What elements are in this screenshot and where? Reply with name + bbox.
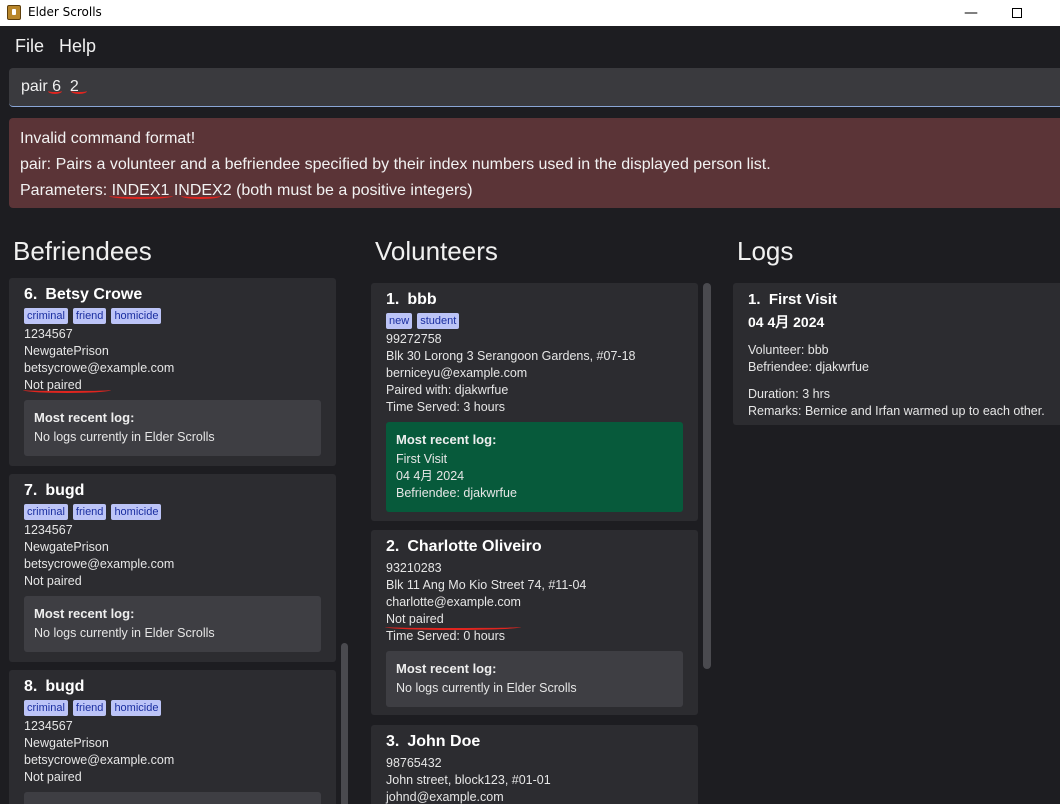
address: John street, block123, #01-01 <box>386 773 551 787</box>
email: berniceyu@example.com <box>386 366 528 380</box>
phone: 99272758 <box>386 332 442 346</box>
annotation-underline <box>23 387 111 393</box>
annotation-underline <box>109 193 173 199</box>
card-name: 7. bugd <box>24 482 85 499</box>
recent-log: Most recent log: No logs currently in El… <box>24 400 321 456</box>
email: betsycrowe@example.com <box>24 361 175 375</box>
annotation-underline <box>181 193 221 199</box>
app-icon <box>7 5 21 20</box>
email: betsycrowe@example.com <box>24 753 175 767</box>
address: NewgatePrison <box>24 344 109 358</box>
pair-status: Not paired <box>24 770 82 784</box>
log-date: 04 4月 2024 <box>748 314 825 330</box>
volunteers-title: Volunteers <box>375 236 498 266</box>
result-line: Parameters: INDEX1 INDEX2 (both must be … <box>20 182 473 199</box>
menu-bar: File Help <box>0 28 1060 64</box>
befriendee-card[interactable]: 6. Betsy Crowe criminal friend homicide 1… <box>9 278 336 466</box>
title-bar: Elder Scrolls — <box>0 0 1060 26</box>
recent-log: Most recent log: No logs currently in El… <box>24 596 321 652</box>
phone: 1234567 <box>24 523 73 537</box>
card-name: 6. Betsy Crowe <box>24 286 143 303</box>
email: charlotte@example.com <box>386 595 521 609</box>
minimize-icon[interactable]: — <box>948 0 994 26</box>
tag: criminal <box>24 700 68 716</box>
tag-list: criminal friend homicide <box>24 504 321 520</box>
recent-log: Most recent log: First Visit 04 4月 2024 … <box>386 422 683 512</box>
volunteers-scrollbar[interactable] <box>703 283 711 669</box>
annotation-underline <box>385 624 521 630</box>
volunteer-card[interactable]: 3. John Doe 98765432 John street, block12… <box>371 725 698 804</box>
result-line: Invalid command format! <box>20 130 196 147</box>
befriendees-scrollbar[interactable] <box>341 643 348 804</box>
email: betsycrowe@example.com <box>24 557 175 571</box>
command-input[interactable]: pair 6 2 <box>9 68 1060 107</box>
annotation-underline <box>48 88 62 94</box>
time-served: Time Served: 0 hours <box>386 629 506 643</box>
befriendee-card[interactable]: 7. bugd criminal friend homicide 1234567 … <box>9 474 336 662</box>
phone: 93210283 <box>386 561 442 575</box>
window-title: Elder Scrolls <box>28 5 102 19</box>
address: NewgatePrison <box>24 736 109 750</box>
log-card[interactable]: 1. First Visit 04 4月 2024 Volunteer: bbb… <box>733 283 1060 425</box>
befriendee-card[interactable]: 8. bugd criminal friend homicide 1234567 … <box>9 670 336 804</box>
pair-status: Paired with: djakwrfue <box>386 383 509 397</box>
tag: friend <box>72 308 107 324</box>
pair-status: Not paired <box>24 574 82 588</box>
tag: student <box>417 313 460 329</box>
menu-file[interactable]: File <box>15 36 44 57</box>
tag: criminal <box>24 308 68 324</box>
card-name: 1. bbb <box>386 291 437 308</box>
tag: homicide <box>111 504 162 520</box>
phone: 1234567 <box>24 719 73 733</box>
tag: homicide <box>111 700 162 716</box>
card-name: 8. bugd <box>24 678 85 695</box>
befriendees-title: Befriendees <box>13 236 152 266</box>
tag: friend <box>72 700 107 716</box>
tag: new <box>386 313 413 329</box>
tag: friend <box>72 504 107 520</box>
log-remarks: Remarks: Bernice and Irfan warmed up to … <box>748 404 1045 418</box>
tag-list: criminal friend homicide <box>24 700 321 716</box>
phone: 98765432 <box>386 756 442 770</box>
tag-list: criminal friend homicide <box>24 308 321 324</box>
log-befriendee: Befriendee: djakwrfue <box>748 360 869 374</box>
annotation-underline <box>71 88 87 94</box>
tag: criminal <box>24 504 68 520</box>
address: Blk 11 Ang Mo Kio Street 74, #11-04 <box>386 578 587 592</box>
log-duration: Duration: 3 hrs <box>748 387 830 401</box>
menu-help[interactable]: Help <box>59 36 96 57</box>
phone: 1234567 <box>24 327 73 341</box>
recent-log <box>24 792 321 804</box>
card-name: 2. Charlotte Oliveiro <box>386 538 542 555</box>
log-title: 1. First Visit <box>748 291 837 308</box>
result-line: pair: Pairs a volunteer and a befriendee… <box>20 156 771 173</box>
address: NewgatePrison <box>24 540 109 554</box>
maximize-icon[interactable] <box>994 0 1040 26</box>
tag: homicide <box>111 308 162 324</box>
close-icon[interactable] <box>1040 0 1060 26</box>
tag-list: new student <box>386 313 683 329</box>
recent-log: Most recent log: No logs currently in El… <box>386 651 683 707</box>
logs-title: Logs <box>737 236 794 266</box>
address: Blk 30 Lorong 3 Serangoon Gardens, #07-1… <box>386 349 636 363</box>
time-served: Time Served: 3 hours <box>386 400 506 414</box>
email: johnd@example.com <box>386 790 504 804</box>
card-name: 3. John Doe <box>386 733 481 750</box>
volunteer-card[interactable]: 2. Charlotte Oliveiro 93210283 Blk 11 Ang… <box>371 530 698 715</box>
log-volunteer: Volunteer: bbb <box>748 343 829 357</box>
volunteer-card[interactable]: 1. bbb new student 99272758 Blk 30 Lorong… <box>371 283 698 521</box>
